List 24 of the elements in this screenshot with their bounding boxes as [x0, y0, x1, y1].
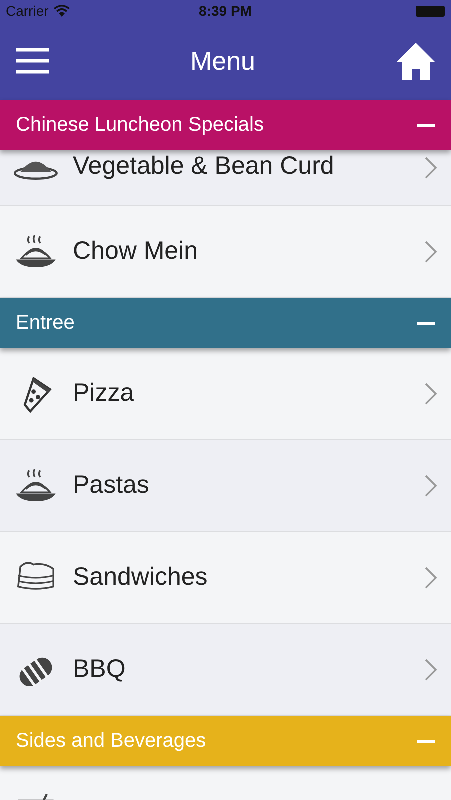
status-time: 8:39 PM: [199, 3, 252, 19]
collapse-icon: [417, 124, 435, 126]
section-header[interactable]: Entree: [0, 298, 451, 348]
section-title: Sides and Beverages: [16, 730, 206, 752]
collapse-icon: [417, 322, 435, 324]
chevron-icon: [425, 474, 437, 496]
chevron-icon: [425, 382, 437, 404]
screen-title: Menu: [190, 46, 256, 76]
chevron-icon: [425, 658, 437, 680]
section-title: Entree: [16, 312, 75, 334]
menu-item[interactable]: BBQ: [0, 624, 451, 716]
chevron-icon: [425, 157, 437, 179]
menu-item[interactable]: Vegetable & Bean Curd: [0, 150, 451, 206]
home-icon[interactable]: [396, 42, 435, 80]
chevron-icon: [425, 566, 437, 588]
chevron-icon: [425, 240, 437, 262]
menu-item[interactable]: Pastas: [0, 440, 451, 532]
section-header[interactable]: Chinese Luncheon Specials: [0, 100, 451, 150]
menu-icon[interactable]: [16, 48, 49, 74]
battery-icon: [416, 6, 445, 16]
carrier-name: Carrier: [6, 3, 49, 19]
section-title: Chinese Luncheon Specials: [16, 114, 264, 136]
collapse-icon: [417, 740, 435, 742]
wifi-icon: [54, 5, 70, 17]
